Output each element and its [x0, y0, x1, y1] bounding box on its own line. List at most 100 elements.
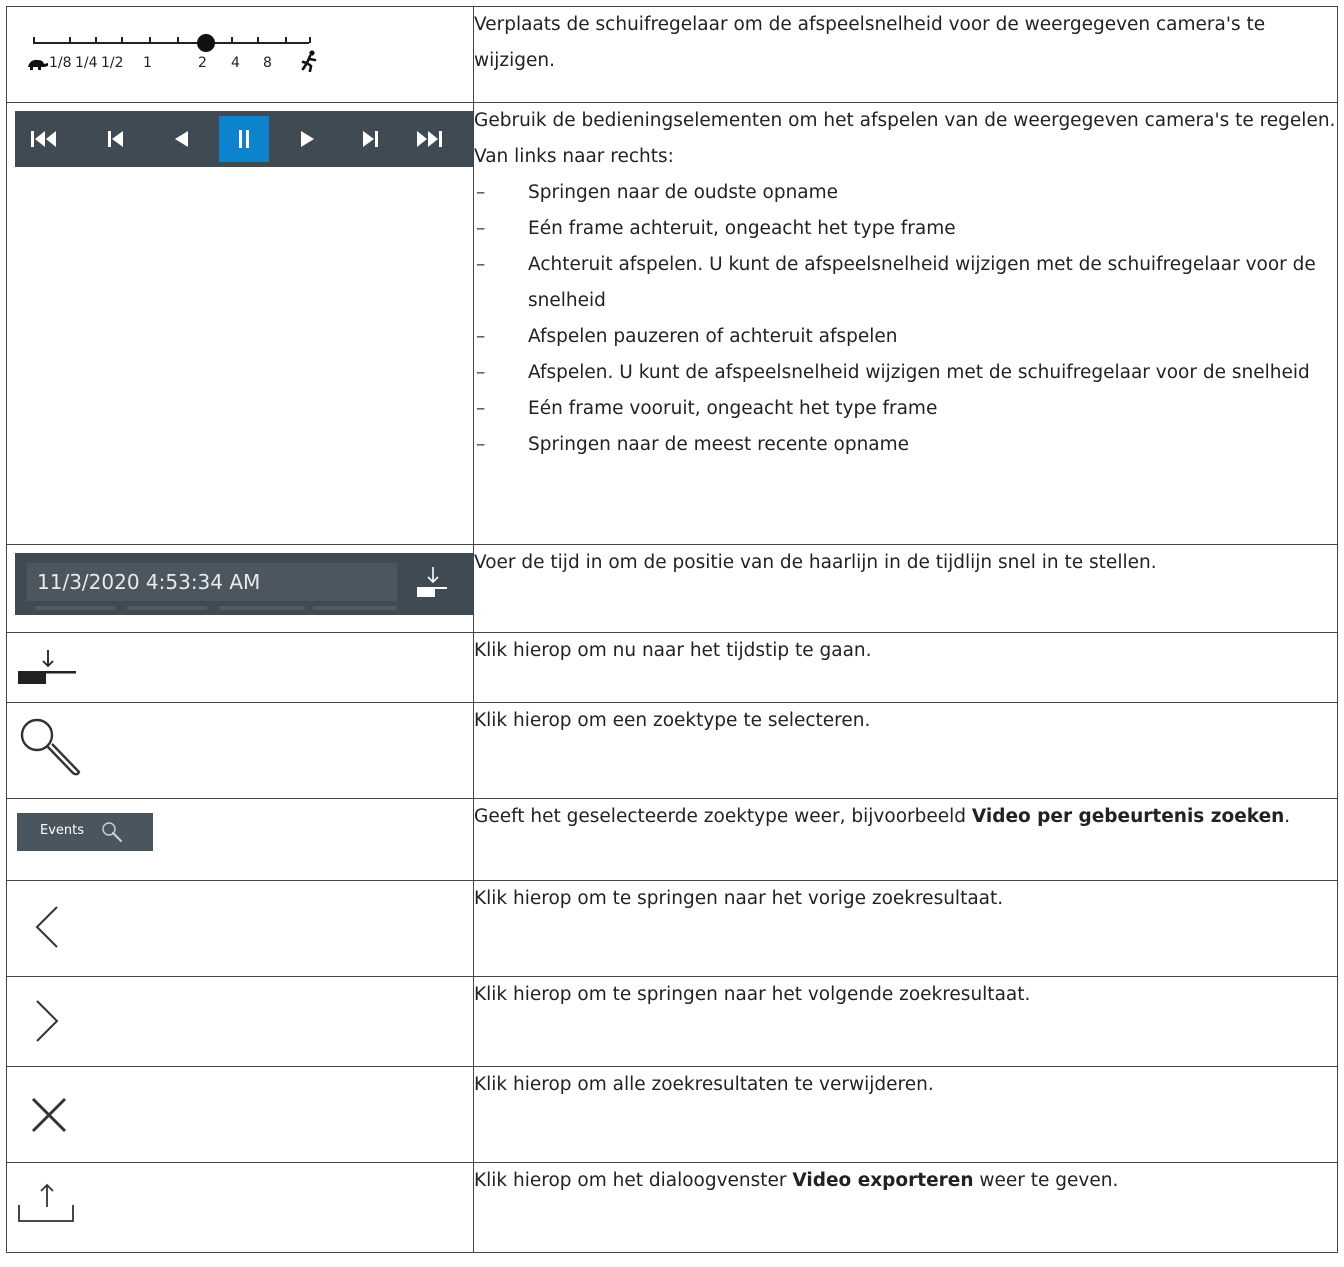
step-back-button[interactable]	[95, 116, 145, 162]
slider-tick	[309, 37, 311, 43]
search-icon	[102, 822, 122, 842]
search-type-name: Video per gebeurtenis zoeken	[971, 806, 1285, 827]
speed-slider-cell: 1/8 1/4 1/2 1 2 4 8	[6, 6, 474, 103]
go-to-time-icon[interactable]	[17, 647, 77, 687]
export-cell	[6, 1162, 474, 1253]
row-search: Klik hierop om een zoektype te selectere…	[6, 702, 1338, 799]
close-icon[interactable]	[29, 1095, 69, 1135]
description-text: Klik hierop om te springen naar het vori…	[474, 888, 1004, 909]
step-back-icon	[108, 131, 123, 147]
slider-tick	[231, 37, 233, 43]
slider-tick	[285, 37, 287, 43]
description-text: Klik hierop om alle zoekresultaten te ve…	[474, 1074, 934, 1095]
description-text: Van links naar rechts:	[474, 146, 674, 167]
row-search-type: Events Geeft het geselecteerde zoektype …	[6, 798, 1338, 881]
play-reverse-icon	[175, 131, 188, 147]
events-search-button[interactable]: Events	[17, 813, 153, 851]
play-reverse-button[interactable]	[157, 116, 207, 162]
slider-tick	[177, 37, 179, 43]
list-item: Eén frame vooruit, ongeacht het type fra…	[474, 391, 1337, 427]
play-icon	[301, 131, 314, 147]
step-forward-icon	[363, 131, 378, 147]
slider-track	[33, 42, 309, 44]
description-prefix: Klik hierop om het dialoogvenster	[474, 1170, 793, 1191]
slider-tick	[257, 37, 259, 43]
description-text: Geeft het geselecteerde zoektype weer, b…	[474, 799, 1337, 835]
row-time-input: 11/3/2020 4:53:34 AM Voer de tijd in om …	[6, 544, 1338, 633]
list-item: Afspelen pauzeren of achteruit afspelen	[474, 319, 1337, 355]
previous-cell	[6, 880, 474, 977]
export-description: Klik hierop om het dialoogvenster Video …	[473, 1162, 1338, 1253]
description-suffix: weer te geven.	[973, 1170, 1119, 1191]
slider-tick	[69, 37, 71, 43]
speed-slider[interactable]: 1/8 1/4 1/2 1 2 4 8	[23, 25, 323, 75]
description-suffix: .	[1284, 806, 1291, 827]
row-playback-controls: Gebruik de bedieningselementen om het af…	[6, 102, 1338, 545]
pause-icon	[239, 130, 249, 148]
description-text: Voer de tijd in om de positie van de haa…	[474, 552, 1157, 573]
row-previous-result: Klik hierop om te springen naar het vori…	[6, 880, 1338, 977]
description-prefix: Geeft het geselecteerde zoektype weer, b…	[474, 806, 972, 827]
row-go-to-time: Klik hierop om nu naar het tijdstip te g…	[6, 632, 1338, 703]
slider-label: 1/2	[101, 55, 124, 71]
description-text: Klik hierop om een zoektype te selectere…	[474, 710, 871, 731]
slider-label: 1/4	[75, 55, 98, 71]
list-item: Springen naar de oudste opname	[474, 175, 1337, 211]
go-to-time-icon	[417, 567, 447, 597]
toolbar-divider	[35, 606, 115, 610]
dialog-name: Video exporteren	[792, 1170, 974, 1191]
events-label: Events	[40, 823, 85, 838]
slider-tick	[33, 37, 35, 43]
speed-description: Verplaats de schuifregelaar om de afspee…	[473, 6, 1338, 103]
time-input[interactable]: 11/3/2020 4:53:34 AM	[27, 563, 397, 601]
playback-toolbar	[15, 111, 473, 167]
search-type-description: Geeft het geselecteerde zoektype weer, b…	[473, 798, 1338, 881]
description-text: Klik hierop om te springen naar het volg…	[474, 984, 1031, 1005]
skip-to-start-icon	[31, 131, 56, 147]
turtle-icon	[28, 59, 48, 70]
time-description: Voer de tijd in om de positie van de haa…	[473, 544, 1338, 633]
slider-tick	[95, 37, 97, 43]
chevron-left-icon[interactable]	[27, 905, 67, 949]
time-input-cell: 11/3/2020 4:53:34 AM	[6, 544, 474, 633]
description-text: Verplaats de schuifregelaar om de afspee…	[474, 14, 1266, 71]
list-item: Achteruit afspelen. U kunt de afspeelsne…	[474, 247, 1337, 319]
runner-icon	[301, 50, 317, 72]
control-list: Springen naar de oudste opname Eén frame…	[474, 175, 1337, 463]
next-description: Klik hierop om te springen naar het volg…	[473, 976, 1338, 1067]
go-to-time-cell	[6, 632, 474, 703]
jump-to-oldest-button[interactable]	[21, 116, 71, 162]
jump-to-newest-button[interactable]	[409, 116, 459, 162]
chevron-right-icon[interactable]	[27, 999, 67, 1043]
slider-label: 1/8	[49, 55, 72, 71]
slider-tick	[121, 37, 123, 43]
row-clear-results: Klik hierop om alle zoekresultaten te ve…	[6, 1066, 1338, 1163]
toolbar-divider	[313, 606, 397, 610]
search-description: Klik hierop om een zoektype te selectere…	[473, 702, 1338, 799]
clear-cell	[6, 1066, 474, 1163]
export-icon[interactable]	[17, 1181, 77, 1225]
description-table: 1/8 1/4 1/2 1 2 4 8 Verplaats de schuifr…	[6, 6, 1338, 1253]
slider-handle[interactable]	[197, 34, 215, 52]
next-cell	[6, 976, 474, 1067]
step-forward-button[interactable]	[345, 116, 395, 162]
slider-label: 1	[143, 55, 152, 71]
search-cell	[6, 702, 474, 799]
go-to-time-button[interactable]	[415, 565, 449, 605]
list-item: Springen naar de meest recente opname	[474, 427, 1337, 463]
time-toolbar: 11/3/2020 4:53:34 AM	[15, 553, 473, 615]
description-text: Klik hierop om het dialoogvenster Video …	[474, 1163, 1337, 1199]
slider-label: 8	[263, 55, 272, 71]
description-text: Klik hierop om nu naar het tijdstip te g…	[474, 640, 872, 661]
previous-description: Klik hierop om te springen naar het vori…	[473, 880, 1338, 977]
clear-description: Klik hierop om alle zoekresultaten te ve…	[473, 1066, 1338, 1163]
search-icon[interactable]	[17, 715, 83, 781]
slider-label: 2	[198, 55, 207, 71]
row-next-result: Klik hierop om te springen naar het volg…	[6, 976, 1338, 1067]
play-button[interactable]	[281, 116, 331, 162]
list-item: Eén frame achteruit, ongeacht het type f…	[474, 211, 1337, 247]
row-speed-slider: 1/8 1/4 1/2 1 2 4 8 Verplaats de schuifr…	[6, 6, 1338, 103]
skip-to-end-icon	[417, 131, 442, 147]
description-text: Gebruik de bedieningselementen om het af…	[474, 110, 1336, 131]
pause-button[interactable]	[219, 116, 269, 162]
